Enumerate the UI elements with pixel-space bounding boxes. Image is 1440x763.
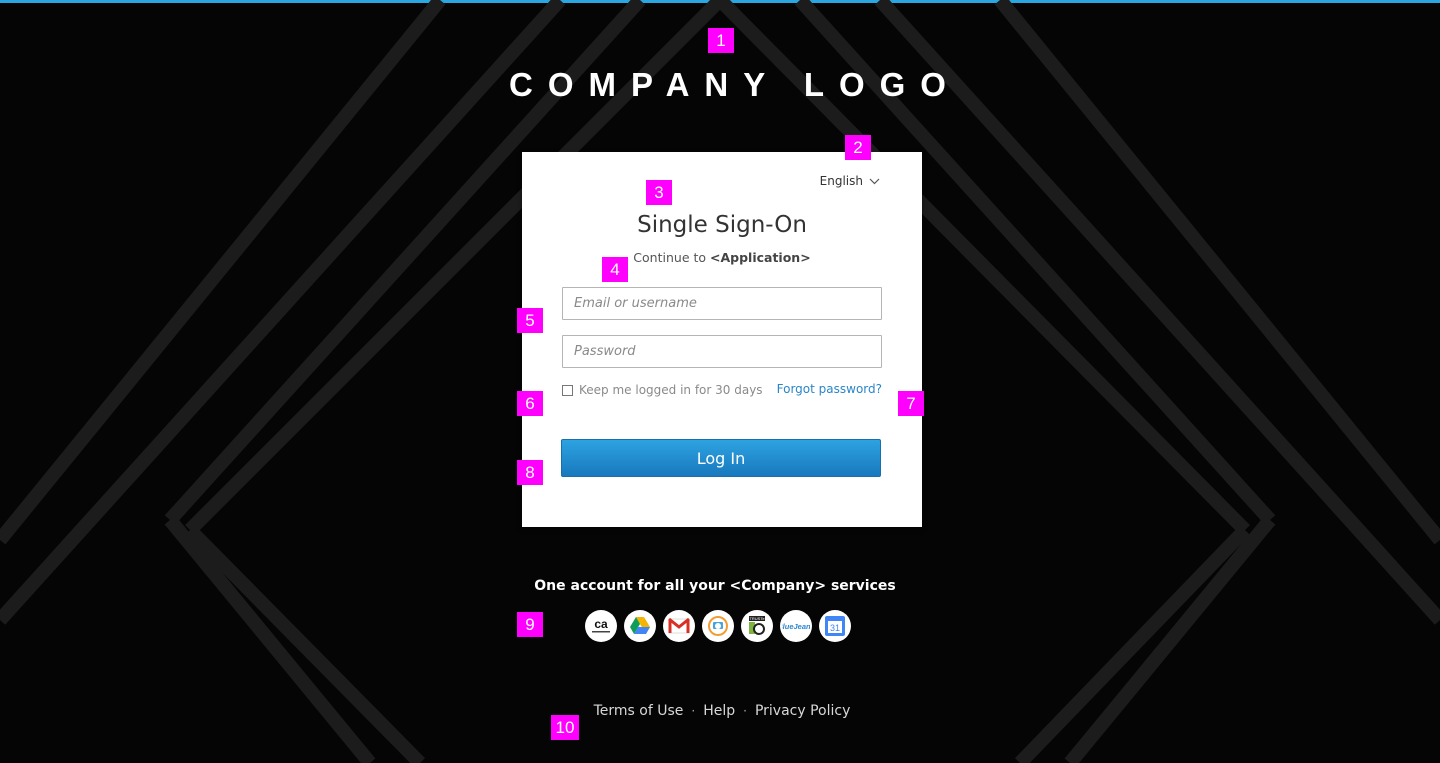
email-field[interactable]	[563, 288, 881, 319]
gmail-icon[interactable]	[663, 610, 695, 642]
service-icon[interactable]	[702, 610, 734, 642]
footer-separator: ·	[691, 704, 696, 718]
application-name: <Application>	[710, 250, 811, 265]
terms-of-use-link[interactable]: Terms of Use	[594, 703, 684, 719]
services-tagline: One account for all your <Company> servi…	[534, 578, 896, 594]
svg-text:ca: ca	[594, 617, 608, 631]
annotation-marker-2: 2	[845, 135, 871, 160]
help-link[interactable]: Help	[703, 703, 735, 719]
annotation-marker-3: 3	[646, 180, 672, 205]
svg-text:BlueJeans: BlueJeans	[782, 622, 810, 631]
login-card: English Single Sign-On Continue to <Appl…	[522, 152, 922, 527]
annotation-marker-6: 6	[517, 391, 543, 416]
annotation-marker-5: 5	[517, 308, 543, 333]
google-calendar-icon[interactable]: 31	[819, 610, 851, 642]
bluejeans-icon[interactable]: BlueJeans	[780, 610, 812, 642]
annotation-marker-1: 1	[708, 28, 734, 53]
annotation-marker-9: 9	[517, 612, 543, 637]
footer-links: Terms of Use · Help · Privacy Policy	[0, 703, 1440, 719]
svg-text:TRUSTe: TRUSTe	[749, 616, 765, 621]
login-button[interactable]: Log In	[561, 439, 881, 477]
page-title: Single Sign-On	[637, 212, 807, 238]
footer-separator: ·	[743, 704, 747, 718]
google-drive-icon[interactable]	[624, 610, 656, 642]
password-field-container	[562, 335, 882, 368]
keep-logged-in-checkbox[interactable]	[562, 384, 573, 396]
language-label: English	[819, 174, 863, 188]
annotation-marker-7: 7	[898, 391, 924, 416]
privacy-policy-link[interactable]: Privacy Policy	[755, 703, 850, 719]
password-field[interactable]	[563, 336, 881, 367]
annotation-marker-10: 10	[551, 715, 579, 740]
company-logo: COMPANY LOGO	[509, 66, 961, 103]
keep-logged-in[interactable]: Keep me logged in for 30 days	[562, 383, 763, 397]
forgot-password-link[interactable]: Forgot password?	[777, 382, 882, 396]
annotation-marker-8: 8	[517, 460, 543, 485]
ca-technologies-icon[interactable]: ca	[585, 610, 617, 642]
annotation-marker-4: 4	[602, 257, 628, 282]
calendar-day-text: 31	[830, 623, 840, 633]
service-icons: ca TRUSTe BlueJeans 31	[585, 610, 851, 642]
continue-to-app: Continue to <Application>	[522, 250, 922, 265]
truste-icon[interactable]: TRUSTe	[741, 610, 773, 642]
email-field-container	[562, 287, 882, 320]
keep-logged-in-label: Keep me logged in for 30 days	[579, 383, 763, 397]
continue-prefix: Continue to	[633, 250, 710, 265]
language-selector[interactable]: English	[820, 174, 880, 188]
chevron-down-icon	[869, 178, 880, 184]
